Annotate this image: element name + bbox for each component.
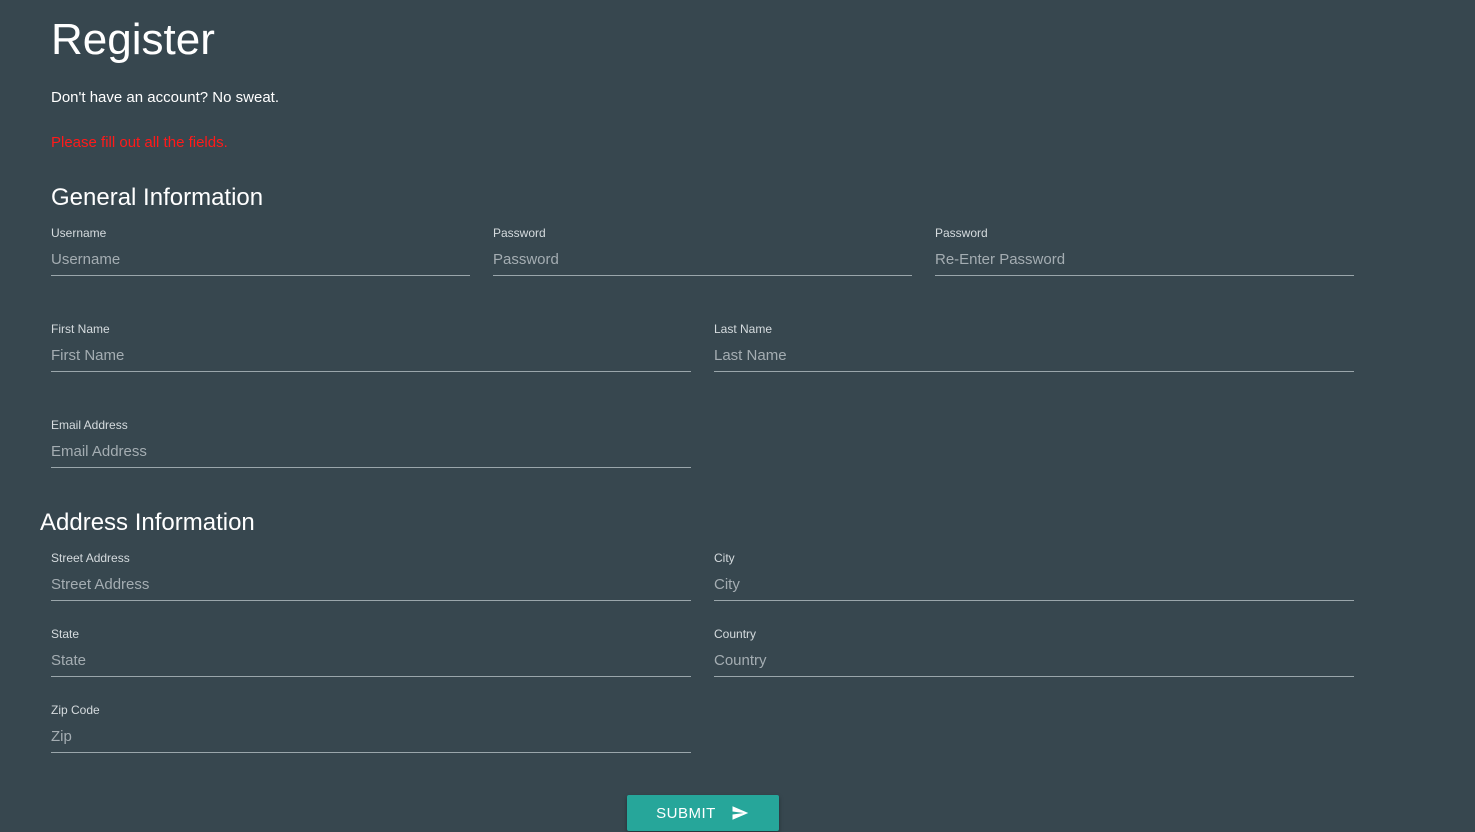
last-name-input[interactable] (714, 339, 1354, 372)
last-name-label: Last Name (714, 322, 773, 336)
street-label: Street Address (51, 551, 130, 565)
zip-label: Zip Code (51, 703, 100, 717)
page-title: Register (51, 15, 215, 64)
register-page: Register Don't have an account? No sweat… (0, 0, 1475, 832)
password-confirm-field-group: Password (935, 226, 1354, 283)
street-field-group: Street Address (51, 551, 691, 608)
password-confirm-input[interactable] (935, 243, 1354, 276)
username-input[interactable] (51, 243, 470, 276)
city-input[interactable] (714, 568, 1354, 601)
password-label: Password (493, 226, 546, 240)
password-input[interactable] (493, 243, 912, 276)
city-label: City (714, 551, 735, 565)
last-name-field-group: Last Name (714, 322, 1354, 379)
country-label: Country (714, 627, 757, 641)
submit-button[interactable]: SUBMIT (627, 795, 779, 831)
username-label: Username (51, 226, 107, 240)
submit-button-label: SUBMIT (656, 804, 716, 822)
username-field-group: Username (51, 226, 470, 283)
zip-input[interactable] (51, 720, 691, 753)
city-field-group: City (714, 551, 1354, 608)
state-field-group: State (51, 627, 691, 684)
zip-field-group: Zip Code (51, 703, 691, 760)
street-input[interactable] (51, 568, 691, 601)
state-label: State (51, 627, 80, 641)
state-input[interactable] (51, 644, 691, 677)
email-input[interactable] (51, 435, 691, 468)
first-name-field-group: First Name (51, 322, 691, 379)
email-field-group: Email Address (51, 418, 691, 475)
error-message: Please fill out all the fields. (51, 134, 228, 151)
email-label: Email Address (51, 418, 128, 432)
country-input[interactable] (714, 644, 1354, 677)
country-field-group: Country (714, 627, 1354, 684)
first-name-label: First Name (51, 322, 110, 336)
password-confirm-label: Password (935, 226, 988, 240)
page-subtitle: Don't have an account? No sweat. (51, 89, 280, 106)
first-name-input[interactable] (51, 339, 691, 372)
general-information-heading: General Information (51, 184, 264, 211)
password-field-group: Password (493, 226, 912, 283)
address-information-heading: Address Information (40, 509, 255, 536)
send-icon (732, 806, 749, 820)
